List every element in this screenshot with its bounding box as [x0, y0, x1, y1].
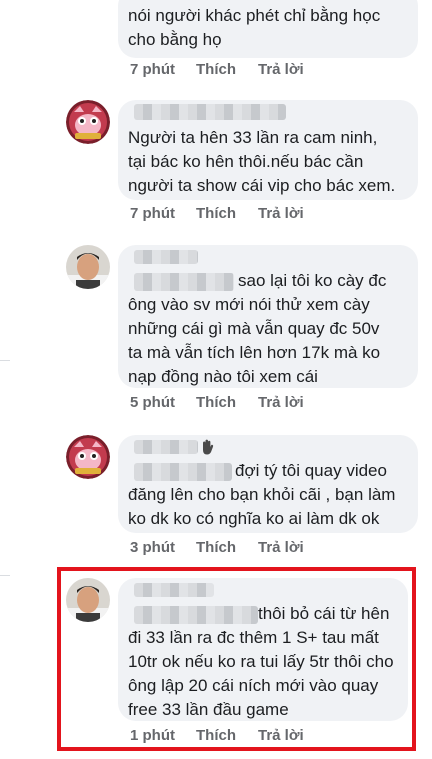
left-divider: [0, 360, 10, 361]
avatar-person[interactable]: [66, 245, 110, 289]
comment-actions: 7 phút Thích Trả lời: [0, 205, 432, 225]
like-link[interactable]: Thích: [196, 539, 236, 556]
comment-time[interactable]: 7 phút: [130, 205, 175, 222]
comment-text-line: nói người khác phét chỉ bằng học: [128, 6, 381, 25]
like-link[interactable]: Thích: [196, 205, 236, 222]
reply-link[interactable]: Trả lời: [258, 61, 304, 78]
like-link[interactable]: Thích: [196, 61, 236, 78]
person-photo-avatar-icon: [66, 245, 110, 289]
pink-cartoon-avatar-icon: [66, 100, 110, 144]
like-link[interactable]: Thích: [196, 394, 236, 411]
waving-hand-icon: [203, 439, 214, 455]
comment-actions: 3 phút Thích Trả lời: [0, 539, 432, 559]
comment-actions: 7 phút Thích Trả lời: [0, 61, 432, 81]
comment-text-line: nạp đồng nào tôi xem cái: [128, 367, 318, 386]
comment-bubble: Người ta hên 33 lần ra cam ninh, tại bác…: [118, 100, 418, 200]
comment-text-line: người ta show cái vip cho bác xem.: [128, 176, 396, 195]
blurred-username: [134, 463, 232, 481]
comment-text-line: đăng lên cho bạn khỏi cãi , bạn làm: [128, 485, 396, 504]
comment-text-line: ko dk ko có nghĩa ko ai làm dk ok: [128, 509, 380, 528]
blurred-username: [134, 273, 234, 291]
reply-link[interactable]: Trả lời: [258, 539, 304, 556]
avatar-cartoon[interactable]: [66, 100, 110, 144]
avatar-cartoon[interactable]: [66, 435, 110, 479]
comment-text-line: tại bác ko hên thôi.nếu bác cần: [128, 152, 364, 171]
comment-text-line: Người ta hên 33 lần ra cam ninh,: [128, 128, 378, 147]
comment-text-line: ta mà vẫn tích lên hơn 17k mà ko: [128, 343, 381, 362]
comment-bubble: nói người khác phét chỉ bằng học cho bằn…: [118, 0, 418, 58]
blurred-username: [134, 440, 198, 454]
reply-link[interactable]: Trả lời: [258, 394, 304, 411]
highlight-box: [57, 567, 416, 751]
comment-time[interactable]: 7 phút: [130, 61, 175, 78]
comment-text-line: những cái gì mà vẫn quay đc 50v: [128, 319, 380, 338]
blurred-username: [134, 250, 198, 264]
comment-time[interactable]: 3 phút: [130, 539, 175, 556]
comment-actions: 5 phút Thích Trả lời: [0, 394, 432, 414]
comment-bubble: đợi tý tôi quay video đăng lên cho bạn k…: [118, 435, 418, 533]
blurred-username: [134, 104, 286, 120]
comment-bubble: sao lại tôi ko cày đc ông vào sv mới nói…: [118, 245, 418, 388]
comment-text-line: ông vào sv mới nói thử xem cày: [128, 295, 370, 314]
left-divider: [0, 575, 10, 576]
pink-cartoon-avatar-icon: [66, 435, 110, 479]
reply-link[interactable]: Trả lời: [258, 205, 304, 222]
comment-text-line: cho bằng họ: [128, 30, 222, 49]
comment-time[interactable]: 5 phút: [130, 394, 175, 411]
